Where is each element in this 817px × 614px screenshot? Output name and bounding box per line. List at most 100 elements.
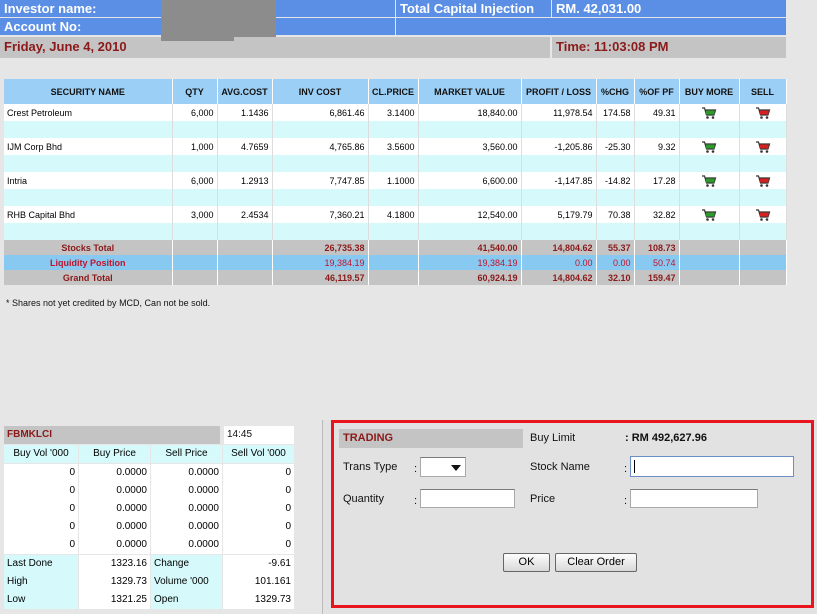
index-title-row: FBMKLCI 14:45	[4, 426, 294, 444]
depth-cell: 0.0000	[151, 536, 222, 554]
depth-cell: 0	[223, 464, 294, 482]
stat-value: 1329.73	[223, 591, 294, 609]
buy-limit-value: : RM 492,627.96	[625, 432, 707, 444]
cell-avg: 2.4534	[217, 206, 273, 223]
portfolio-header-row: SECURITY NAME QTY AVG.COST INV COST CL.P…	[4, 79, 787, 104]
date-display: Friday, June 4, 2010	[0, 37, 550, 58]
index-stat-row: Low 1321.25 Open 1329.73	[4, 591, 294, 609]
redacted-investor-info	[161, 0, 276, 41]
col-profit-loss: PROFIT / LOSS	[521, 79, 597, 104]
sell-button[interactable]	[739, 104, 787, 121]
cell-name: Intria	[4, 172, 173, 189]
capital-injection-value: RM. 42,031.00	[552, 0, 786, 17]
cell-inv: 6,861.46	[272, 104, 369, 121]
col-pct-chg: %CHG	[596, 79, 635, 104]
liquidity-pl: 0.00	[521, 255, 597, 270]
account-info-blank	[396, 18, 786, 35]
depth-row: 0 0.0000 0.0000 0	[4, 500, 294, 518]
depth-cell: 0	[223, 482, 294, 500]
cell-pl: 11,978.54	[521, 104, 597, 121]
depth-cell: 0.0000	[79, 500, 150, 518]
price-input[interactable]	[630, 489, 758, 508]
depth-cell: 0	[4, 500, 78, 518]
price-label: Price	[530, 493, 556, 505]
stat-value: -9.61	[223, 555, 294, 573]
stat-value: 1329.73	[79, 573, 150, 591]
clear-order-button[interactable]: Clear Order	[555, 553, 637, 572]
buy-more-button[interactable]	[679, 138, 740, 155]
footnote: * Shares not yet credited by MCD, Can no…	[6, 298, 211, 308]
sell-button[interactable]	[739, 172, 787, 189]
hdr-buy-vol: Buy Vol '000	[4, 445, 78, 463]
quantity-input[interactable]	[420, 489, 515, 508]
trading-title: TRADING	[339, 429, 523, 448]
col-pct-of-pf: %OF PF	[634, 79, 680, 104]
buy-more-button[interactable]	[679, 104, 740, 121]
stock-name-colon: :	[624, 463, 628, 475]
stat-label: High	[4, 573, 78, 591]
hdr-buy-price: Buy Price	[79, 445, 150, 463]
trading-panel	[331, 420, 814, 608]
grand-total-row: Grand Total 46,119.57 60,924.19 14,804.6…	[4, 270, 787, 285]
stat-label: Change	[151, 555, 222, 573]
col-qty: QTY	[172, 79, 218, 104]
depth-cell: 0.0000	[151, 482, 222, 500]
cell-pl: -1,147.85	[521, 172, 597, 189]
trans-type-select[interactable]	[420, 457, 466, 477]
stat-value: 1321.25	[79, 591, 150, 609]
col-sell: SELL	[739, 79, 787, 104]
cell-pl: -1,205.86	[521, 138, 597, 155]
portfolio-row: Intria 6,000 1.2913 7,747.85 1.1000 6,600.00-…	[4, 172, 787, 189]
ok-button[interactable]: OK	[503, 553, 550, 572]
buy-more-button[interactable]	[679, 172, 740, 189]
cell-qty: 3,000	[172, 206, 218, 223]
depth-cell: 0.0000	[151, 500, 222, 518]
depth-cell: 0	[223, 518, 294, 536]
index-panel: FBMKLCI 14:45 Buy Vol '000 Buy Price Sel…	[4, 426, 294, 612]
portfolio-row: IJM Corp Bhd 1,000 4.7659 4,765.86 3.5600 3,5…	[4, 138, 787, 155]
cell-name: IJM Corp Bhd	[4, 138, 173, 155]
col-cl-price: CL.PRICE	[368, 79, 419, 104]
liquidity-label: Liquidity Position	[4, 255, 173, 270]
buy-cart-icon	[702, 174, 717, 187]
cell-cl: 4.1800	[368, 206, 419, 223]
portfolio-table: SECURITY NAME QTY AVG.COST INV COST CL.P…	[4, 79, 787, 285]
liquidity-inv: 19,384.19	[272, 255, 369, 270]
cell-cl: 3.5600	[368, 138, 419, 155]
cell-pf: 49.31	[634, 104, 680, 121]
index-stat-row: High 1329.73 Volume '000 101.161	[4, 573, 294, 591]
row-spacer	[4, 189, 787, 206]
sell-cart-icon	[755, 174, 770, 187]
buy-cart-icon	[702, 106, 717, 119]
index-name: FBMKLCI	[4, 426, 220, 444]
stocks-total-mv: 41,540.00	[418, 240, 522, 255]
depth-cell: 0	[4, 464, 78, 482]
cell-pl: 5,179.79	[521, 206, 597, 223]
sell-button[interactable]	[739, 206, 787, 223]
stock-name-input[interactable]	[630, 456, 794, 477]
col-inv-cost: INV COST	[272, 79, 369, 104]
trans-type-colon: :	[414, 463, 418, 475]
depth-cell: 0	[4, 482, 78, 500]
cell-mv: 18,840.00	[418, 104, 522, 121]
stock-name-label: Stock Name	[530, 461, 590, 473]
buy-more-button[interactable]	[679, 206, 740, 223]
sell-cart-icon	[755, 106, 770, 119]
quantity-colon: :	[414, 495, 418, 507]
liquidity-mv: 19,384.19	[418, 255, 522, 270]
stat-value: 1323.16	[79, 555, 150, 573]
buy-limit-label: Buy Limit	[530, 432, 576, 444]
capital-injection-label: Total Capital Injection	[396, 0, 551, 17]
cell-pf: 32.82	[634, 206, 680, 223]
cell-avg: 1.1436	[217, 104, 273, 121]
depth-cell: 0.0000	[151, 464, 222, 482]
grand-total-pf: 159.47	[634, 270, 680, 285]
cell-qty: 6,000	[172, 172, 218, 189]
sell-button[interactable]	[739, 138, 787, 155]
row-spacer	[4, 121, 787, 138]
stocks-total-label: Stocks Total	[4, 240, 173, 255]
cell-inv: 4,765.86	[272, 138, 369, 155]
cell-chg: 70.38	[596, 206, 635, 223]
time-display: Time: 11:03:08 PM	[552, 37, 786, 58]
stocks-total-pf: 108.73	[634, 240, 680, 255]
